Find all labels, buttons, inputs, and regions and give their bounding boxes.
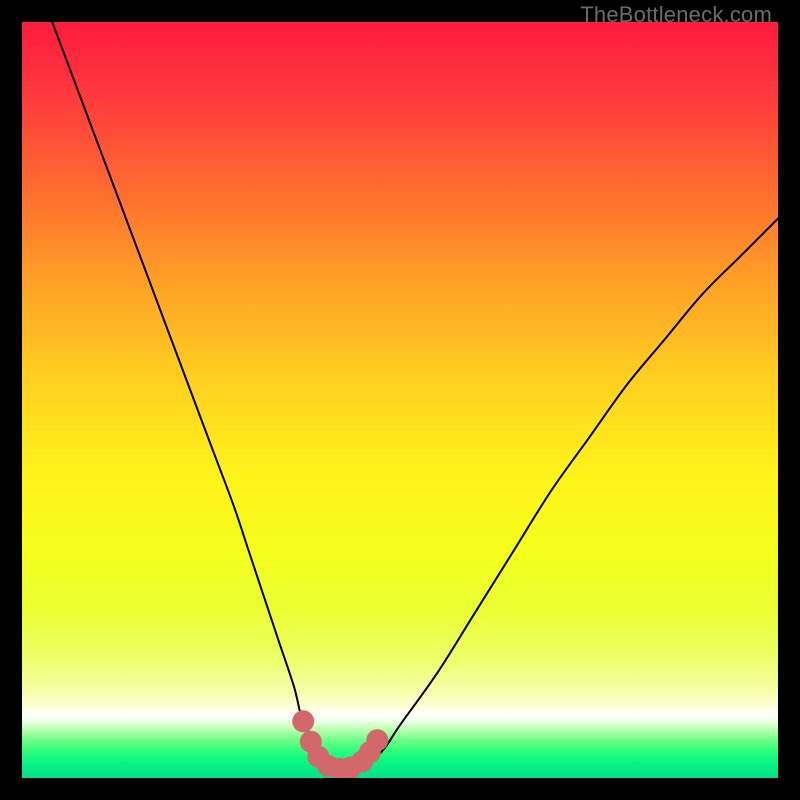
bottleneck-curve xyxy=(52,22,778,770)
watermark-text: TheBottleneck.com xyxy=(580,2,772,28)
curve-layer xyxy=(22,22,778,778)
optimal-range-markers xyxy=(292,710,388,778)
chart-frame: TheBottleneck.com xyxy=(0,0,800,800)
plot-area xyxy=(22,22,778,778)
optimal-marker xyxy=(366,729,388,751)
optimal-marker xyxy=(292,710,314,732)
